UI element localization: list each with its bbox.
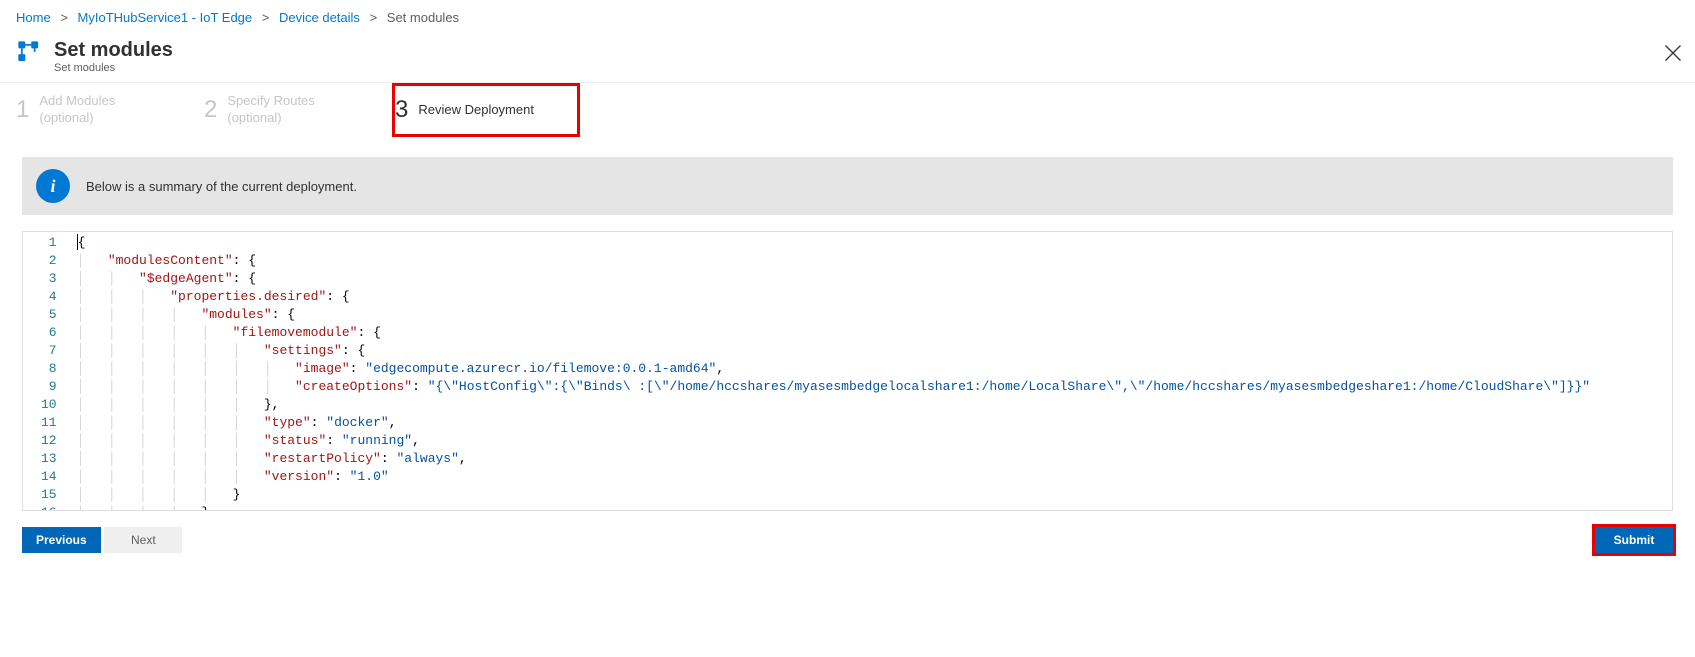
breadcrumb-current: Set modules (387, 10, 459, 25)
next-button[interactable]: Next (104, 527, 182, 553)
previous-button[interactable]: Previous (22, 527, 101, 553)
info-banner: i Below is a summary of the current depl… (22, 157, 1673, 215)
info-text: Below is a summary of the current deploy… (86, 179, 357, 194)
breadcrumb-sep: > (370, 10, 378, 25)
modules-icon (16, 39, 44, 67)
step-specify-routes[interactable]: 2 Specify Routes(optional) (204, 83, 392, 137)
page-subtitle: Set modules (54, 62, 173, 74)
blade-header: Set modules Set modules (0, 35, 1695, 83)
step-review-deployment[interactable]: 3 Review Deployment (392, 83, 580, 137)
step-number: 1 (16, 96, 29, 124)
editor-code[interactable]: {│ "modulesContent": {│ │ "$edgeAgent": … (69, 232, 1672, 511)
step-label: Add Modules(optional) (39, 93, 115, 127)
submit-button[interactable]: Submit (1595, 527, 1673, 553)
step-label: Review Deployment (418, 102, 534, 119)
step-add-modules[interactable]: 1 Add Modules(optional) (16, 83, 204, 137)
step-number: 3 (395, 96, 408, 124)
step-number: 2 (204, 96, 217, 124)
breadcrumb-sep: > (60, 10, 68, 25)
step-label: Specify Routes(optional) (227, 93, 314, 127)
editor-gutter: 12345678910111213141516 (23, 232, 69, 511)
wizard-steps: 1 Add Modules(optional) 2 Specify Routes… (0, 83, 1695, 137)
breadcrumb-home[interactable]: Home (16, 10, 51, 25)
page-title: Set modules (54, 39, 173, 62)
info-icon: i (36, 169, 70, 203)
breadcrumb-service[interactable]: MyIoTHubService1 - IoT Edge (78, 10, 253, 25)
breadcrumb-sep: > (262, 10, 270, 25)
breadcrumb-details[interactable]: Device details (279, 10, 360, 25)
footer-buttons: Previous Next Submit (0, 511, 1695, 569)
breadcrumb: Home > MyIoTHubService1 - IoT Edge > Dev… (0, 0, 1695, 35)
close-icon[interactable] (1663, 43, 1683, 63)
json-editor[interactable]: 12345678910111213141516 {│ "modulesConte… (22, 231, 1673, 511)
